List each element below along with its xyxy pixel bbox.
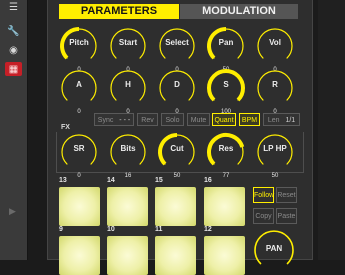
fx-knob-sr[interactable]: SR 0	[59, 132, 99, 179]
toggle-label: Rev	[141, 117, 154, 124]
toggle-rev[interactable]: Rev	[137, 113, 158, 126]
knob-label: R	[272, 80, 278, 89]
pad-11[interactable]	[155, 236, 196, 275]
wrench-icon[interactable]: 🔧	[5, 24, 22, 38]
knob-label: LP HP	[263, 144, 287, 153]
knob-label: Start	[118, 38, 138, 47]
pad-10[interactable]	[107, 236, 148, 275]
knob-value: 77	[222, 173, 230, 179]
knob-label: Bits	[120, 144, 136, 153]
pad-number: 14	[107, 177, 115, 184]
param-knob-d[interactable]: D0	[157, 68, 197, 115]
pad-number: 13	[59, 177, 67, 184]
sidebar: ☰ 🔧 ◉ ▦ ▶	[0, 0, 28, 260]
toggle-len[interactable]: Len 1/1	[263, 113, 300, 126]
pad-number: 12	[204, 226, 212, 233]
param-knob-select[interactable]: Select 0	[157, 26, 197, 73]
toggle-bpm[interactable]: BPM	[239, 113, 260, 126]
sampler-icon[interactable]: ▦	[5, 62, 22, 76]
knob-label: SR	[73, 144, 85, 153]
knob-label: H	[125, 80, 131, 89]
pad-9[interactable]	[59, 236, 100, 275]
pad-12[interactable]	[204, 236, 245, 275]
knob-label: Cut	[170, 144, 184, 153]
controller-icon[interactable]: ◉	[5, 43, 22, 57]
toggle-label: Len	[267, 117, 280, 124]
param-knob-a[interactable]: A0	[59, 68, 99, 115]
pad-14[interactable]	[107, 187, 148, 226]
pan-knob-label: PAN	[265, 244, 283, 253]
param-knob-pan[interactable]: Pan 50	[206, 26, 246, 73]
tab-modulation[interactable]: MODULATION	[180, 4, 298, 19]
toggle-label: BPM	[241, 117, 258, 124]
knob-value: 50	[271, 173, 279, 179]
toggle-label: Quant	[214, 117, 234, 124]
knob-label: A	[76, 80, 82, 89]
toggle-quant[interactable]: Quant	[212, 113, 236, 126]
toggle-sync[interactable]: Sync - - -	[94, 113, 134, 126]
fx-knob-res[interactable]: Res 77	[206, 132, 246, 179]
pad-16[interactable]	[204, 187, 245, 226]
pad-number: 11	[155, 226, 163, 233]
pad-13[interactable]	[59, 187, 100, 226]
param-knob-start[interactable]: Start 0	[108, 26, 148, 73]
param-knob-pitch[interactable]: Pitch 0	[59, 26, 99, 73]
toggle-value: - - -	[117, 117, 131, 124]
knob-label: Pan	[218, 38, 234, 47]
tab-parameters[interactable]: PARAMETERS	[59, 4, 179, 19]
pad-15[interactable]	[155, 187, 196, 226]
knob-value: 50	[173, 173, 181, 179]
pan-knob[interactable]: PAN	[251, 227, 297, 273]
param-knob-r[interactable]: R0	[255, 68, 295, 115]
chevron-right-icon[interactable]: ▶	[9, 206, 16, 217]
knob-value: 0	[77, 109, 81, 115]
copy-button[interactable]: Copy	[253, 208, 274, 224]
knob-label: Select	[165, 38, 189, 47]
pad-number: 10	[107, 226, 115, 233]
menu-icon[interactable]: ☰	[5, 0, 22, 14]
fx-knob-lp-hp[interactable]: LP HP 50	[255, 132, 295, 179]
knob-label: Pitch	[69, 38, 89, 47]
knob-label: D	[174, 80, 180, 89]
paste-button[interactable]: Paste	[276, 208, 297, 224]
right-edge	[318, 0, 345, 260]
param-knob-vol[interactable]: Vol 0	[255, 26, 295, 73]
param-knob-h[interactable]: H0	[108, 68, 148, 115]
fx-label: FX	[61, 124, 70, 131]
toggle-label: Solo	[165, 117, 180, 124]
knob-label: Res	[218, 144, 234, 153]
follow-button[interactable]: Follow	[253, 187, 274, 203]
param-knob-s[interactable]: S 100	[206, 68, 246, 115]
reset-button[interactable]: Reset	[276, 187, 297, 203]
knob-label: S	[223, 80, 229, 89]
fx-knob-cut[interactable]: Cut 50	[157, 132, 197, 179]
fx-knob-bits[interactable]: Bits 16	[108, 132, 148, 179]
pad-number: 9	[59, 226, 63, 233]
toggle-label: Sync	[97, 117, 114, 124]
pad-number: 15	[155, 177, 163, 184]
toggle-label: Mute	[190, 117, 207, 124]
toggle-value: 1/1	[283, 117, 296, 124]
toggle-solo[interactable]: Solo	[161, 113, 184, 126]
pad-number: 16	[204, 177, 212, 184]
knob-label: Vol	[269, 38, 281, 47]
toggle-mute[interactable]: Mute	[187, 113, 210, 126]
